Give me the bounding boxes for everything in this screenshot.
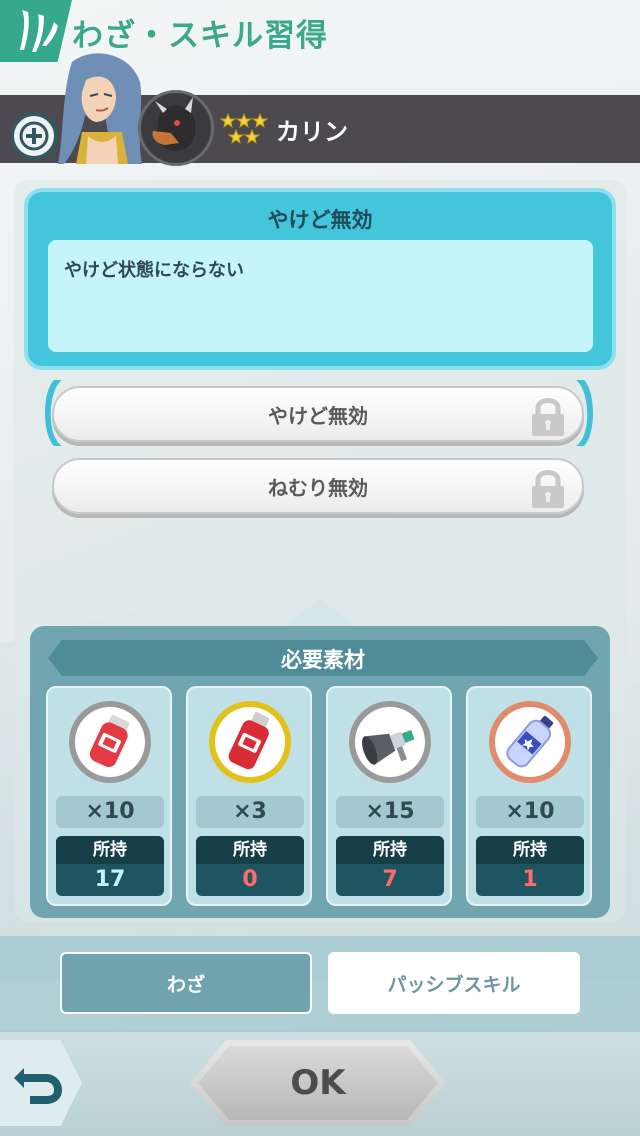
ok-button-label: OK bbox=[290, 1063, 346, 1103]
material-owned: 所持 7 bbox=[336, 836, 444, 896]
skill-description-body: やけど状態にならない bbox=[48, 240, 593, 352]
megaphone-icon bbox=[349, 701, 431, 783]
tab-label: パッシブスキル bbox=[387, 973, 521, 996]
material-required-qty: ×15 bbox=[336, 796, 444, 828]
materials-header: 必要素材 bbox=[48, 640, 598, 676]
character-name: カリン bbox=[276, 118, 348, 146]
skill-description-text: やけど状態にならない bbox=[64, 260, 244, 281]
material-owned-label: 所持 bbox=[196, 836, 304, 864]
blue-water-bottle-icon bbox=[489, 701, 571, 783]
plus-circle-icon bbox=[19, 121, 49, 151]
material-owned-value: 17 bbox=[94, 867, 126, 892]
material-required-qty: ×3 bbox=[196, 796, 304, 828]
back-arrow-icon bbox=[14, 1068, 62, 1104]
lock-icon bbox=[532, 398, 564, 436]
skill-description-title: やけど無効 bbox=[267, 208, 373, 232]
material-card[interactable]: ×3 所持 0 bbox=[186, 686, 312, 906]
page-title: わざ・スキル習得 bbox=[72, 18, 328, 54]
ok-button[interactable]: OK bbox=[190, 1040, 446, 1126]
material-card[interactable]: ×15 所持 7 bbox=[326, 686, 452, 906]
material-card[interactable]: ×10 所持 17 bbox=[46, 686, 172, 906]
houndoom-icon bbox=[138, 90, 214, 166]
material-owned: 所持 1 bbox=[476, 836, 584, 896]
material-owned-value: 1 bbox=[522, 867, 538, 892]
rarity-stars bbox=[219, 112, 270, 146]
material-owned-label: 所持 bbox=[476, 836, 584, 864]
add-character-button[interactable] bbox=[10, 112, 58, 160]
material-owned-value: 7 bbox=[382, 867, 398, 892]
trainer-portrait bbox=[52, 52, 148, 170]
material-owned: 所持 17 bbox=[56, 836, 164, 896]
back-button[interactable] bbox=[0, 1040, 82, 1126]
material-required-qty: ×10 bbox=[476, 796, 584, 828]
material-card[interactable]: ×10 所持 1 bbox=[466, 686, 592, 906]
skill-option-label: ねむり無効 bbox=[268, 475, 368, 500]
tab-moves[interactable]: わざ bbox=[60, 952, 312, 1014]
skill-description-box: やけど無効 やけど状態にならない bbox=[24, 188, 616, 370]
red-bottle-gold-icon bbox=[209, 701, 291, 783]
material-owned: 所持 0 bbox=[196, 836, 304, 896]
red-drink-bottle-icon bbox=[69, 701, 151, 783]
materials-header-label: 必要素材 bbox=[281, 648, 365, 672]
material-owned-value: 0 bbox=[242, 867, 258, 892]
material-owned-label: 所持 bbox=[336, 836, 444, 864]
material-owned-label: 所持 bbox=[56, 836, 164, 864]
skill-option-sleep-immunity[interactable]: ねむり無効 bbox=[52, 458, 584, 514]
skill-option-burn-immunity[interactable]: やけど無効 bbox=[52, 386, 584, 442]
tab-label: わざ bbox=[166, 973, 205, 996]
lock-icon bbox=[532, 470, 564, 508]
skill-option-label: やけど無効 bbox=[268, 403, 368, 428]
tab-passive-skills[interactable]: パッシブスキル bbox=[328, 952, 580, 1014]
material-required-qty: ×10 bbox=[56, 796, 164, 828]
